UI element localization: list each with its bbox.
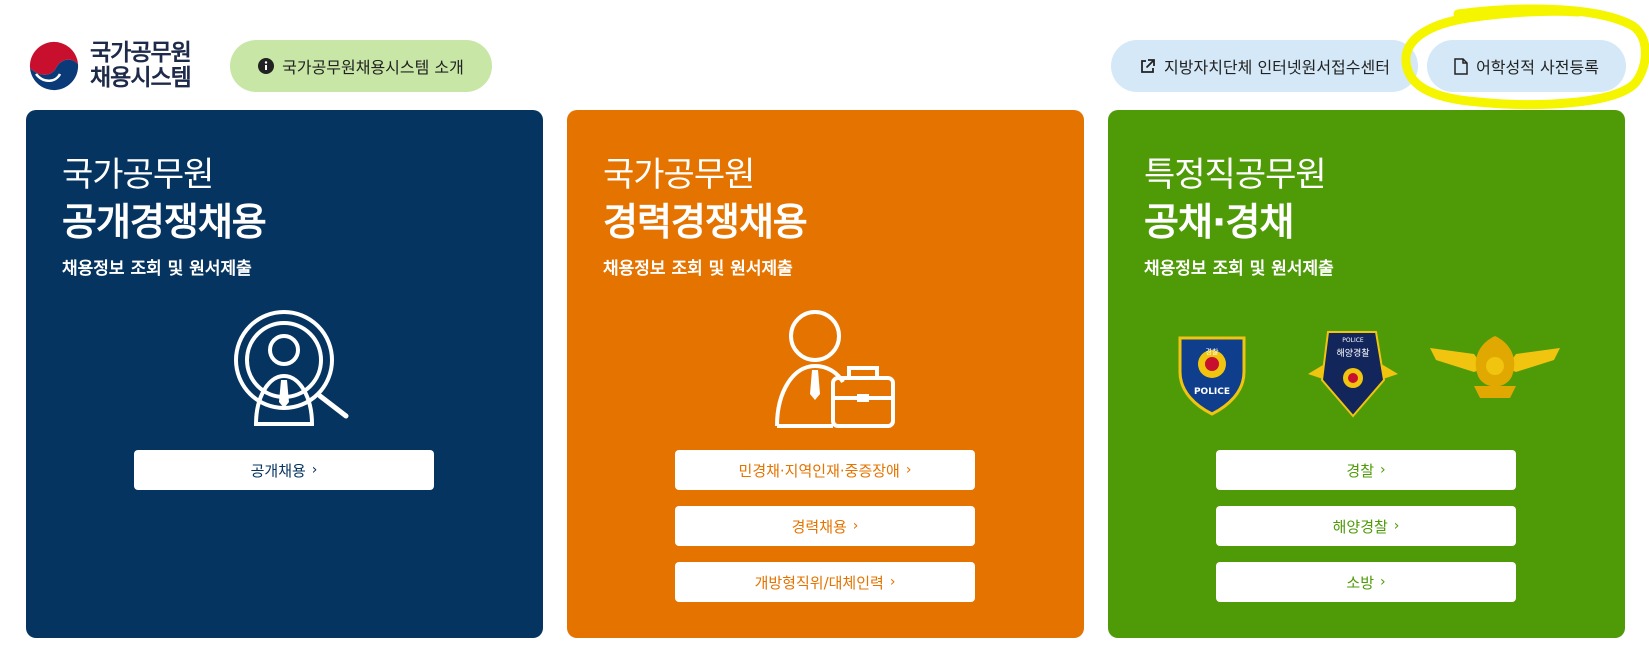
magnifier-person-icon [234, 310, 349, 426]
person-briefcase-icon [775, 310, 895, 428]
career-recruit-button[interactable]: 경력채용 › [675, 506, 975, 546]
minkyung-regional-disabled-button[interactable]: 민경채·지역인재·중증장애 › [675, 450, 975, 490]
local-gov-center-button[interactable]: 지방자치단체 인터넷원서접수센터 [1111, 40, 1418, 92]
coast-guard-emblem-text: 해양경찰 [1336, 347, 1369, 359]
police-emblem-icon: 경찰 POLICE [1178, 336, 1246, 416]
police-emblem-text: POLICE [1194, 387, 1230, 397]
taegeuk-logo-icon [28, 40, 80, 92]
police-emblem-top-text: 경찰 [1206, 347, 1219, 356]
police-button[interactable]: 경찰 › [1216, 450, 1516, 490]
chevron-right-icon: › [1393, 518, 1400, 534]
fire-service-emblem-icon [1430, 336, 1560, 398]
minkyung-label: 민경채·지역인재·중증장애 [738, 461, 900, 480]
external-link-icon [1141, 58, 1155, 73]
coast-guard-label: 해양경찰 [1332, 517, 1388, 536]
fire-service-button[interactable]: 소방 › [1216, 562, 1516, 602]
emblems-row: 경찰 POLICE POLICE 해양경찰 [1178, 331, 1560, 418]
special-service-card: 특정직공무원 공채·경채 채용정보 조회 및 원서제출 경찰 POLICE PO… [1108, 110, 1625, 638]
card-title-line2: 공채·경채 [1144, 200, 1294, 244]
police-label: 경찰 [1346, 461, 1374, 480]
logo-line-1: 국가공무원 [90, 40, 192, 66]
open-recruit-label: 공개채용 [250, 461, 306, 480]
card-title-line2: 경력경쟁채용 [603, 200, 808, 244]
site-logo[interactable]: 국가공무원 채용시스템 [26, 38, 192, 94]
system-intro-label: 국가공무원채용시스템 소개 [282, 58, 464, 77]
system-intro-button[interactable]: 국가공무원채용시스템 소개 [230, 40, 492, 92]
career-recruit-label: 경력채용 [791, 517, 847, 536]
local-gov-center-label: 지방자치단체 인터넷원서접수센터 [1164, 58, 1390, 77]
chevron-right-icon: › [889, 574, 896, 590]
fire-service-label: 소방 [1346, 573, 1374, 592]
career-competition-card: 국가공무원 경력경쟁채용 채용정보 조회 및 원서제출 민경채·지역인재·중증장… [567, 110, 1084, 638]
card-title-line1: 국가공무원 [62, 155, 214, 195]
card-subtitle: 채용정보 조회 및 원서제출 [1144, 259, 1334, 279]
language-score-register-label: 어학성적 사전등록 [1476, 58, 1599, 77]
chevron-right-icon: › [1380, 462, 1386, 478]
open-recruit-button[interactable]: 공개채용 › [134, 450, 434, 490]
chevron-right-icon: › [905, 462, 912, 478]
open-competition-card: 국가공무원 공개경쟁채용 채용정보 조회 및 원서제출 공개채용 › [26, 110, 543, 638]
open-position-label: 개방형직위/대체인력 [754, 573, 884, 592]
chevron-right-icon: › [311, 462, 318, 478]
card-subtitle: 채용정보 조회 및 원서제출 [62, 259, 252, 279]
coast-guard-top-text: POLICE [1342, 337, 1364, 344]
open-position-substitute-button[interactable]: 개방형직위/대체인력 › [675, 562, 975, 602]
chevron-right-icon: › [1380, 574, 1386, 590]
card-title-line1: 특정직공무원 [1144, 155, 1327, 195]
info-icon [258, 58, 275, 74]
document-icon [1454, 57, 1468, 75]
card-title-line2: 공개경쟁채용 [62, 200, 267, 244]
language-score-register-button[interactable]: 어학성적 사전등록 [1427, 40, 1626, 92]
card-subtitle: 채용정보 조회 및 원서제출 [603, 259, 793, 279]
coast-guard-emblem-icon: POLICE 해양경찰 [1308, 331, 1398, 418]
card-title-line1: 국가공무원 [603, 155, 755, 195]
logo-line-2: 채용시스템 [90, 65, 192, 91]
chevron-right-icon: › [852, 518, 859, 534]
coast-guard-button[interactable]: 해양경찰 › [1216, 506, 1516, 546]
